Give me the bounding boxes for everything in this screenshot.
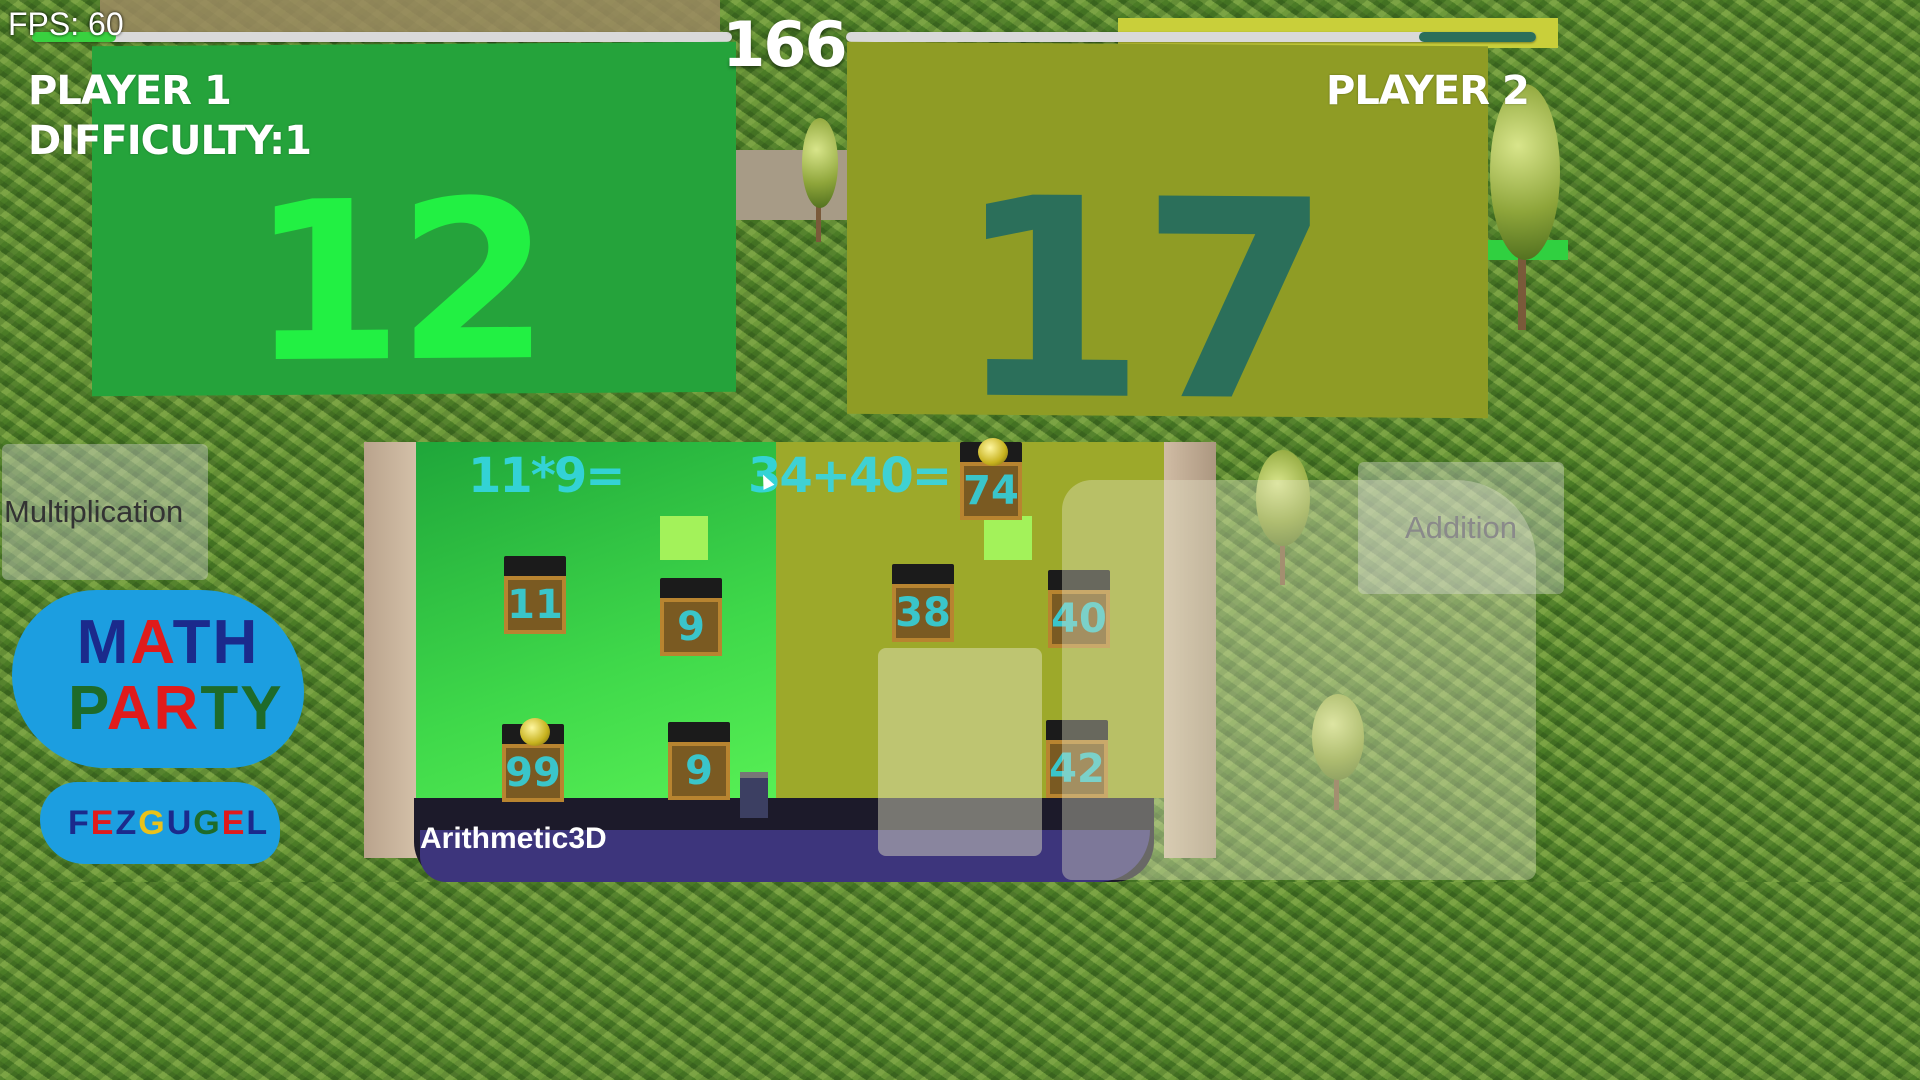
answer-box[interactable]: 9 <box>668 722 730 800</box>
player2-equation: 34+40= <box>748 448 952 504</box>
fps-counter: FPS: 60 <box>8 6 124 42</box>
logo-letter: R <box>153 674 201 743</box>
player1-progress-bar <box>32 32 732 42</box>
logo-letter: T <box>172 608 213 677</box>
brand-letter: L <box>246 804 270 842</box>
player2-ball-icon <box>978 438 1008 466</box>
difficulty-label: DIFFICULTY:1 <box>28 118 312 164</box>
answer-box[interactable]: 11 <box>504 556 566 634</box>
arena-wall-left <box>364 442 422 858</box>
logo-line-party: PARTY <box>68 678 282 740</box>
answer-box-value: 38 <box>895 590 951 636</box>
touch-pad-overlay[interactable] <box>878 648 1042 856</box>
answer-box-value: 9 <box>685 748 713 794</box>
brand-letter: G <box>193 804 222 842</box>
multiplication-mode-button[interactable]: Multiplication <box>2 444 208 580</box>
app-name: Arithmetic3D <box>420 822 607 855</box>
player1-ball-icon <box>520 718 550 746</box>
logo-letter: P <box>68 674 107 743</box>
player-character <box>740 772 768 818</box>
answer-box-value: 11 <box>507 582 563 628</box>
player1-target-pad <box>660 516 708 560</box>
player2-progress-bar <box>846 32 1536 42</box>
brand-letter: F <box>68 804 91 842</box>
addition-mode-button[interactable]: Addition <box>1358 462 1564 594</box>
answer-box-value: 74 <box>963 468 1019 514</box>
answer-box-value: 9 <box>677 604 705 650</box>
tree-icon <box>802 118 838 208</box>
logo-letter: A <box>130 608 173 677</box>
brand-letter: U <box>166 804 194 842</box>
brand-letter: E <box>221 804 247 842</box>
player2-target-pad <box>984 516 1032 560</box>
brand-letter: Z <box>115 804 139 842</box>
brand-letter: E <box>90 804 116 842</box>
player2-score: 17 <box>955 139 1326 419</box>
answer-box[interactable]: 38 <box>892 564 954 642</box>
player2-progress-fill <box>1418 32 1536 42</box>
player1-score: 12 <box>250 153 545 397</box>
math-party-title: MATH PARTY <box>68 612 282 740</box>
logo-letter: T <box>200 674 241 743</box>
logo-letter: Y <box>240 674 284 743</box>
fezgugel-brand: FEZGUGEL <box>68 804 269 843</box>
player1-label: PLAYER 1 <box>28 68 232 114</box>
answer-box[interactable]: 9 <box>660 578 722 656</box>
countdown-timer: 166 <box>722 8 847 81</box>
logo-letter: M <box>76 608 131 677</box>
addition-mode-label: Addition <box>1404 510 1518 545</box>
player2-label: PLAYER 2 <box>1326 68 1530 114</box>
multiplication-mode-label: Multiplication <box>4 494 184 529</box>
logo-letter: A <box>106 674 154 743</box>
brand-letter: G <box>138 804 167 842</box>
player1-equation: 11*9= <box>468 448 626 504</box>
logo-letter: H <box>212 608 260 677</box>
answer-box-value: 99 <box>505 750 561 796</box>
logo-line-math: MATH <box>68 612 268 674</box>
